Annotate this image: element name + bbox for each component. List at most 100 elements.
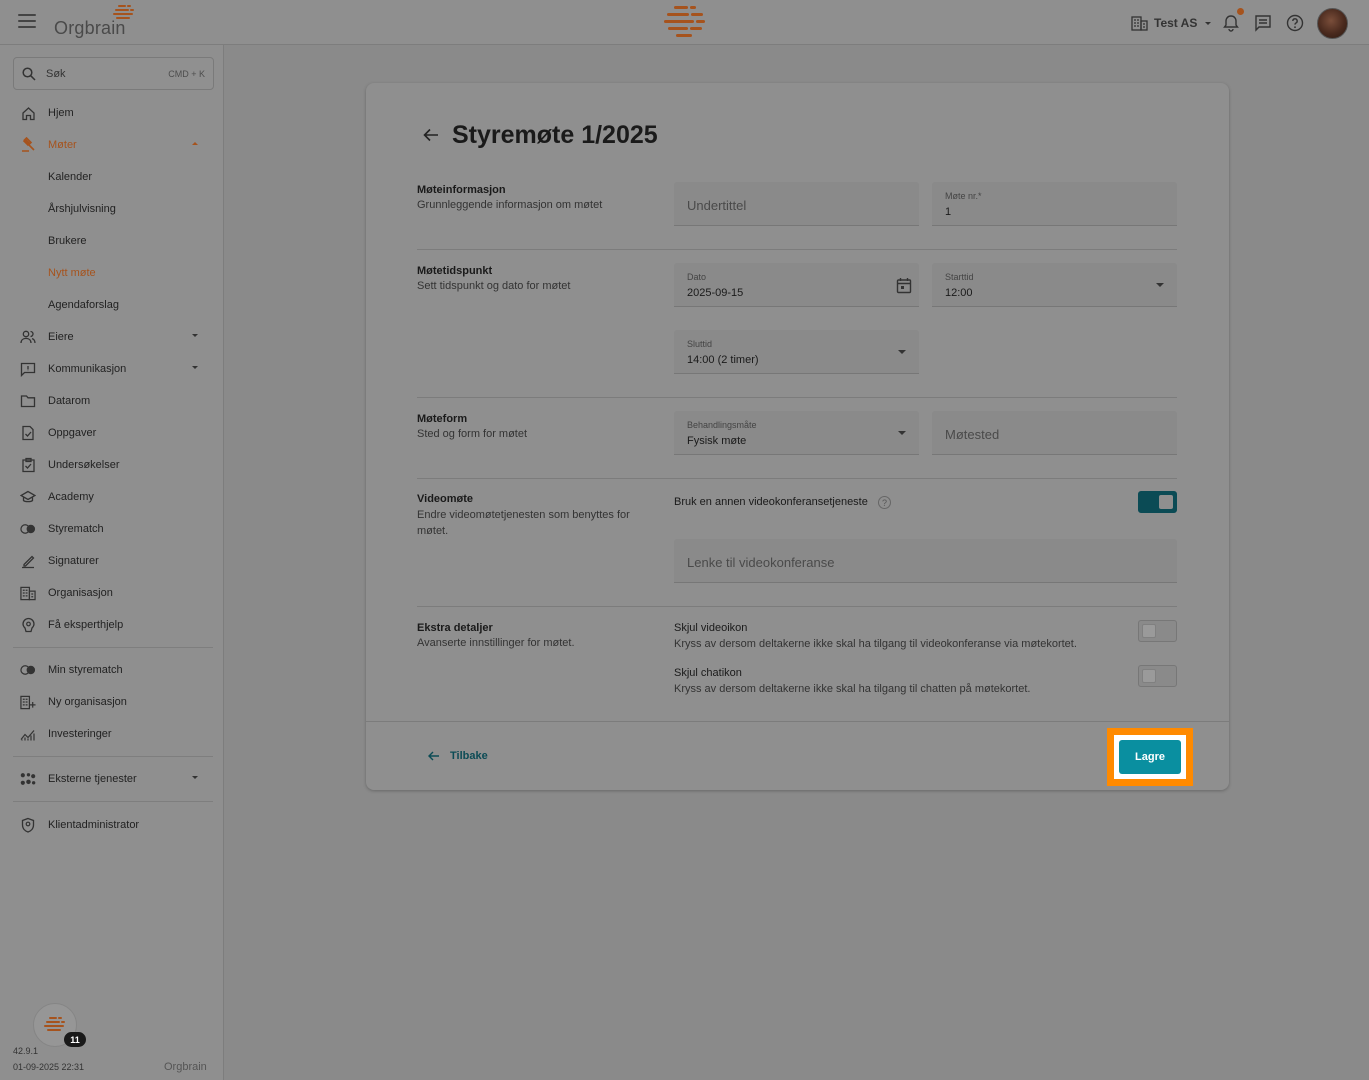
sidebar-subitem-agenda-proposals[interactable]: Agendaforslag xyxy=(48,299,119,317)
video-link-placeholder: Lenke til videokonferanse xyxy=(687,555,835,570)
video-link-field[interactable]: Lenke til videokonferanse xyxy=(674,539,1177,583)
sidebar-item-meetings[interactable]: Møter xyxy=(20,135,202,155)
apps-icon xyxy=(20,773,36,785)
meeting-method-select[interactable]: Behandlingsmåte Fysisk møte xyxy=(674,411,919,455)
sidebar-item-expert-help[interactable]: Få eksperthjelp xyxy=(20,615,202,635)
subtitle-placeholder: Undertittel xyxy=(687,198,747,213)
brain-center-logo-icon[interactable] xyxy=(662,4,708,40)
sidebar-item-communication[interactable]: Kommunikasjon xyxy=(20,359,202,379)
building-add-icon xyxy=(20,695,36,709)
brain-logo-icon xyxy=(113,5,134,19)
expert-icon xyxy=(21,617,35,633)
sidebar-subitem-year-wheel[interactable]: Årshjulvisning xyxy=(48,203,116,221)
sidebar-item-label: Investeringer xyxy=(48,728,112,740)
back-arrow-icon[interactable] xyxy=(423,128,439,142)
chevron-down-icon xyxy=(898,431,906,435)
subtitle-field[interactable]: Undertittel xyxy=(674,182,919,226)
sidebar-item-label: Eksterne tjenester xyxy=(48,773,137,785)
search-input[interactable]: Søk CMD + K xyxy=(13,57,214,90)
message-icon xyxy=(20,362,36,377)
hide-video-toggle[interactable] xyxy=(1138,620,1177,642)
survey-icon xyxy=(21,457,35,473)
sidebar-item-label: Signaturer xyxy=(48,555,99,567)
back-button[interactable]: Tilbake xyxy=(428,750,488,762)
meeting-location-field[interactable]: Møtested xyxy=(932,411,1177,455)
chevron-down-icon xyxy=(192,776,198,779)
section-title-time: Møtetidspunkt xyxy=(417,265,493,277)
start-time-select[interactable]: Starttid 12:00 xyxy=(932,263,1177,307)
date-value: 2025-09-15 xyxy=(687,287,744,299)
meeting-location-placeholder: Møtested xyxy=(945,427,1000,442)
section-divider xyxy=(417,397,1177,398)
sidebar-item-new-organisation[interactable]: Ny organisasjon xyxy=(20,692,202,712)
org-name: Test AS xyxy=(1154,16,1198,30)
search-icon xyxy=(22,66,36,81)
user-avatar[interactable] xyxy=(1317,8,1348,39)
help-icon[interactable] xyxy=(1285,13,1305,33)
shield-icon xyxy=(21,817,35,833)
sidebar-item-surveys[interactable]: Undersøkelser xyxy=(20,455,202,475)
sidebar-item-organisation[interactable]: Organisasjon xyxy=(20,583,202,603)
section-desc-form: Sted og form for møtet xyxy=(417,428,528,440)
section-title-info: Møteinformasjon xyxy=(417,184,506,196)
sidebar-item-label: Kommunikasjon xyxy=(48,363,127,375)
meeting-method-value: Fysisk møte xyxy=(687,435,747,447)
menu-icon[interactable] xyxy=(18,14,36,28)
sidebar-item-home[interactable]: Hjem xyxy=(20,103,202,123)
calendar-icon[interactable] xyxy=(896,277,912,294)
chevron-down-icon xyxy=(1156,283,1164,287)
building-icon xyxy=(1131,15,1148,31)
sidebar-item-owners[interactable]: Eiere xyxy=(20,327,202,347)
footer-divider xyxy=(366,721,1229,722)
sidebar-item-styrematch[interactable]: Styrematch xyxy=(20,519,202,539)
section-desc-time: Sett tidspunkt og dato for møtet xyxy=(417,280,571,292)
sidebar-subitem-users[interactable]: Brukere xyxy=(48,235,87,253)
hide-chat-desc: Kryss av dersom deltakerne ikke skal ha … xyxy=(674,683,1031,695)
section-divider xyxy=(417,478,1177,479)
sidebar-item-dataroom[interactable]: Datarom xyxy=(20,391,202,411)
meeting-number-field[interactable]: Møte nr.* 1 xyxy=(932,182,1177,226)
app-version: 42.9.1 xyxy=(13,1046,39,1056)
hide-chat-label: Skjul chatikon xyxy=(674,667,742,679)
info-icon[interactable]: ? xyxy=(878,496,891,509)
end-time-select[interactable]: Sluttid 14:00 (2 timer) xyxy=(674,330,919,374)
section-divider xyxy=(417,606,1177,607)
save-button[interactable]: Lagre xyxy=(1119,740,1181,774)
brain-logo-icon xyxy=(44,1017,65,1031)
sidebar-item-external-services[interactable]: Eksterne tjenester xyxy=(20,769,202,789)
search-label: Søk xyxy=(46,67,66,80)
back-button-label: Tilbake xyxy=(450,750,488,762)
sidebar-item-tasks[interactable]: Oppgaver xyxy=(20,423,202,443)
chevron-down-icon xyxy=(898,350,906,354)
start-time-value: 12:00 xyxy=(945,287,973,299)
folder-icon xyxy=(20,395,36,408)
chat-icon[interactable] xyxy=(1253,13,1273,33)
sidebar-subitem-calendar[interactable]: Kalender xyxy=(48,171,92,189)
match-icon xyxy=(20,524,36,534)
sidebar-item-label: Møter xyxy=(48,139,77,151)
sidebar-item-signatures[interactable]: Signaturer xyxy=(20,551,202,571)
notification-bell-icon[interactable] xyxy=(1221,13,1241,33)
date-field[interactable]: Dato 2025-09-15 xyxy=(674,263,919,307)
sidebar-item-label: Få eksperthjelp xyxy=(48,619,124,631)
section-title-extra: Ekstra detaljer xyxy=(417,622,493,634)
sidebar-item-academy[interactable]: Academy xyxy=(20,487,202,507)
sidebar-item-investments[interactable]: Investeringer xyxy=(20,724,202,744)
other-video-service-toggle[interactable] xyxy=(1138,491,1177,513)
sidebar-item-label: Organisasjon xyxy=(48,587,113,599)
section-desc-video: Endre videomøtetjenesten som benyttes fo… xyxy=(417,509,630,537)
chevron-down-icon xyxy=(192,334,198,337)
signature-icon xyxy=(22,555,35,569)
section-title-video: Videomøte xyxy=(417,493,474,505)
sidebar-item-client-admin[interactable]: Klientadministrator xyxy=(20,815,202,835)
save-button-highlight: Lagre xyxy=(1107,728,1193,786)
sidebar-item-my-styrematch[interactable]: Min styrematch xyxy=(20,660,202,680)
sidebar-subitem-new-meeting[interactable]: Nytt møte xyxy=(48,267,96,285)
notification-dot xyxy=(1237,8,1244,15)
hide-chat-toggle[interactable] xyxy=(1138,665,1177,687)
org-switcher[interactable]: Test AS xyxy=(1131,14,1212,32)
chevron-down-icon xyxy=(1205,21,1212,25)
sidebar-item-label: Eiere xyxy=(48,331,74,343)
sidebar-item-label: Hjem xyxy=(48,107,74,119)
notification-count-badge: 11 xyxy=(64,1032,86,1047)
